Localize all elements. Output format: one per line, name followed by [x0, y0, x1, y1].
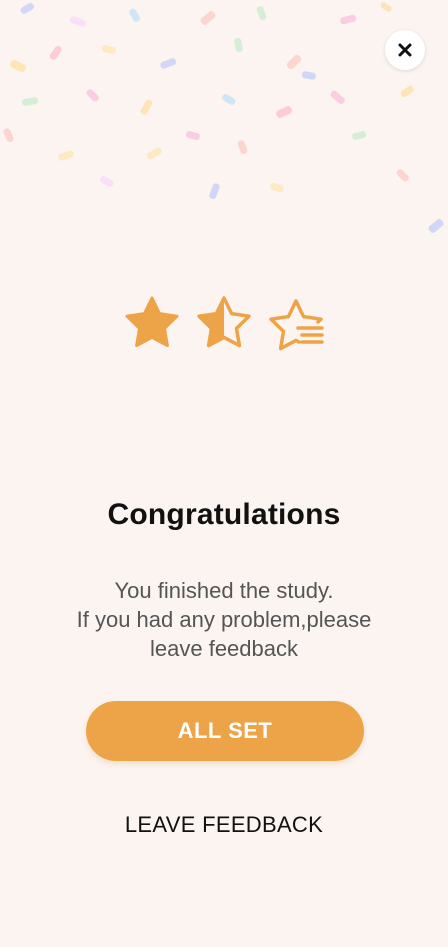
page-title: Congratulations [107, 498, 341, 531]
star-half-icon [197, 296, 251, 348]
rating-stars [0, 294, 448, 354]
star-list-icon [269, 299, 324, 351]
close-icon [398, 43, 412, 57]
completion-message: You finished the study. If you had any p… [0, 576, 448, 663]
message-line: You finished the study. [114, 578, 334, 603]
close-button[interactable] [385, 30, 425, 70]
star-filled-icon [125, 296, 179, 348]
message-line: leave feedback [150, 636, 298, 661]
confetti-decoration [0, 0, 448, 250]
all-set-button[interactable]: ALL SET [86, 701, 364, 761]
message-line: If you had any problem,please [76, 607, 372, 632]
leave-feedback-button[interactable]: LEAVE FEEDBACK [0, 812, 448, 838]
